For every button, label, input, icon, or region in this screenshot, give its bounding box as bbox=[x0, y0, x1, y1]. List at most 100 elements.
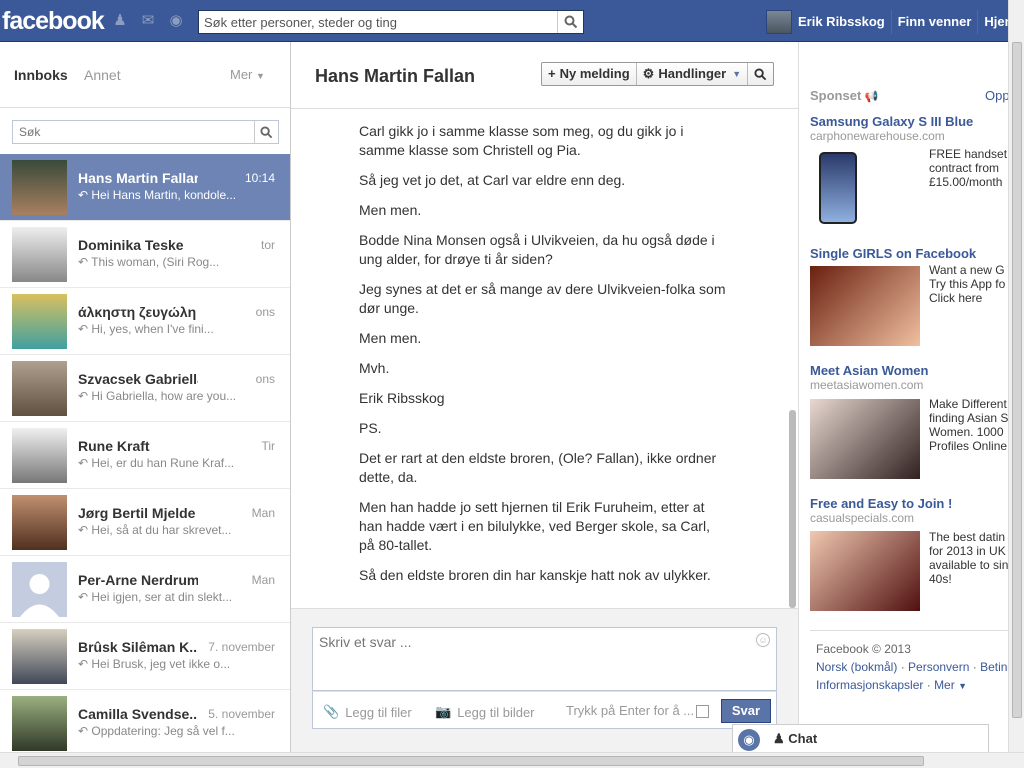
thread-time: 10:14 bbox=[244, 171, 275, 185]
search-input[interactable] bbox=[199, 11, 557, 33]
thread-item[interactable]: Szvacsek Gabriella ons ↶ Hi Gabriella, h… bbox=[0, 355, 290, 422]
more-label: Mer bbox=[230, 67, 253, 82]
conversation-search-button[interactable] bbox=[747, 63, 773, 85]
inbox-search bbox=[12, 120, 279, 144]
actions-label: Handlinger bbox=[658, 66, 727, 81]
thread-name: Jørg Bertil Mjelde bbox=[78, 505, 196, 521]
chat-bar[interactable]: ◉ ♟ Chat bbox=[732, 724, 989, 752]
ad-item[interactable]: Samsung Galaxy S III Blue carphonewareho… bbox=[810, 114, 1008, 224]
thread-item[interactable]: Dominika Teske tor ↶ This woman, (Siri R… bbox=[0, 221, 290, 288]
terms-link[interactable]: Betingelser bbox=[980, 660, 1008, 674]
chat-text: Chat bbox=[788, 731, 818, 746]
messages-icon[interactable]: ✉ bbox=[138, 12, 158, 30]
ad-item[interactable]: Meet Asian Women meetasiawomen.com Make … bbox=[810, 363, 1008, 483]
snippet-text: Hei, så at du har skrevet... bbox=[91, 523, 232, 537]
ad-domain: meetasiawomen.com bbox=[810, 378, 924, 392]
search-button[interactable] bbox=[557, 11, 583, 33]
add-files-button[interactable]: 📎 Legg til filer bbox=[323, 704, 412, 720]
sponsored-label: Sponset bbox=[810, 88, 862, 103]
ad-domain: carphonewarehouse.com bbox=[810, 129, 945, 143]
new-message-button[interactable]: + Ny melding bbox=[542, 63, 636, 85]
ad-title: Meet Asian Women bbox=[810, 363, 929, 378]
snippet-text: Oppdatering: Jeg så vel f... bbox=[91, 724, 235, 738]
notifications-globe-icon[interactable]: ◉ bbox=[166, 12, 186, 30]
thread-snippet: ↶ Hei Hans Martin, kondole... bbox=[78, 188, 237, 202]
message-text: Jeg synes at det er så mange av dere Ulv… bbox=[359, 281, 726, 316]
thread-time: ons bbox=[255, 305, 275, 319]
top-bar: facebook ♟ ✉ ◉ Erik Ribsskog Finn venner… bbox=[0, 0, 1024, 42]
add-photos-label: Legg til bilder bbox=[457, 704, 535, 720]
thread-item[interactable]: Brûsk Silêman K... 7. november ↶ Hei Bru… bbox=[0, 623, 290, 690]
facebook-logo[interactable]: facebook bbox=[2, 7, 105, 36]
vertical-scrollbar[interactable] bbox=[1008, 0, 1024, 752]
thread-name: Szvacsek Gabriella bbox=[78, 371, 198, 387]
enter-to-send-checkbox[interactable] bbox=[696, 705, 709, 718]
search-icon bbox=[260, 125, 273, 138]
other-tab[interactable]: Annet bbox=[84, 67, 121, 83]
camera-icon: 📷 bbox=[435, 704, 452, 719]
message-text: Erik Ribsskog bbox=[359, 390, 445, 406]
language-link[interactable]: Norsk (bokmål) bbox=[816, 660, 897, 674]
scrollbar-thumb[interactable] bbox=[1012, 42, 1022, 718]
inbox-search-input[interactable] bbox=[13, 121, 255, 143]
message-scrollbar[interactable] bbox=[789, 410, 796, 608]
ad-text-line: Click here bbox=[929, 291, 983, 305]
ad-text: Make Different finding Asian S Women. 10… bbox=[929, 397, 1008, 453]
find-friends-link[interactable]: Finn venner bbox=[890, 10, 978, 34]
ad-text-line: for 2013 in UK bbox=[929, 544, 1006, 558]
emoticon-icon[interactable]: ☺ bbox=[756, 633, 770, 647]
message-list: Carl gikk jo i samme klasse som meg, og … bbox=[291, 110, 798, 608]
ad-text-line: finding Asian S bbox=[929, 411, 1008, 425]
globe-icon[interactable]: ◉ bbox=[738, 729, 760, 751]
avatar bbox=[12, 160, 67, 215]
message-text: Mvh. bbox=[359, 360, 390, 376]
thread-item[interactable]: άλκηστη ζευγώλη ons ↶ Hi, yes, when I've… bbox=[0, 288, 290, 355]
thread-time: Tir bbox=[261, 439, 275, 453]
thread-item[interactable]: Jørg Bertil Mjelde Man ↶ Hei, så at du h… bbox=[0, 489, 290, 556]
global-search bbox=[198, 10, 584, 34]
thread-snippet: ↶ Hi, yes, when I've fini... bbox=[78, 322, 214, 336]
reply-textarea[interactable] bbox=[312, 627, 777, 691]
thread-snippet: ↶ Hei Brusk, jeg vet ikke o... bbox=[78, 657, 231, 671]
ads-column: Sponset 📢 Opprett Samsung Galaxy S III B… bbox=[798, 42, 1008, 752]
message-text: Så jeg vet jo det, at Carl var eldre enn… bbox=[359, 172, 626, 188]
ad-domain: casualspecials.com bbox=[810, 511, 915, 525]
conversation-actions: + Ny melding ⚙ Handlinger ▼ bbox=[541, 62, 775, 86]
ad-item[interactable]: Free and Easy to Join ! casualspecials.c… bbox=[810, 496, 1008, 616]
snippet-text: This woman, (Siri Rog... bbox=[91, 255, 220, 269]
conversation-header: Hans Martin Fallan + Ny melding ⚙ Handling… bbox=[291, 42, 798, 109]
thread-time: 7. november bbox=[208, 640, 275, 654]
inbox-tab[interactable]: Innboks bbox=[14, 67, 68, 83]
ad-item[interactable]: Single GIRLS on Facebook Want a new G Tr… bbox=[810, 246, 1008, 346]
more-dropdown[interactable]: Mer ▼ bbox=[230, 67, 265, 82]
thread-name: Dominika Teske bbox=[78, 237, 184, 253]
actions-button[interactable]: ⚙ Handlinger ▼ bbox=[635, 63, 747, 85]
inbox-search-button[interactable] bbox=[254, 121, 278, 143]
friend-requests-icon[interactable]: ♟ bbox=[110, 12, 130, 30]
send-button[interactable]: Svar bbox=[721, 699, 771, 723]
ad-text-line: Women. 1000 bbox=[929, 425, 1004, 439]
search-icon bbox=[564, 15, 577, 29]
thread-time: Man bbox=[251, 573, 275, 587]
create-ad-link[interactable]: Opprett bbox=[985, 88, 1008, 103]
ad-text-line: Want a new G bbox=[929, 263, 1005, 277]
thread-item[interactable]: Hans Martin Fallan 10:14 ↶ Hei Hans Mart… bbox=[0, 154, 290, 221]
snippet-text: Hei Hans Martin, kondole... bbox=[91, 188, 237, 202]
thread-item[interactable]: Rune Kraft Tir ↶ Hei, er du han Rune Kra… bbox=[0, 422, 290, 489]
profile-link[interactable]: Erik Ribsskog bbox=[798, 10, 891, 34]
cookies-link[interactable]: Informasjonskapsler bbox=[816, 678, 923, 692]
avatar bbox=[12, 227, 67, 282]
footer-more-link[interactable]: Mer bbox=[934, 678, 955, 692]
thread-name: Camilla Svendse... bbox=[78, 706, 198, 722]
privacy-link[interactable]: Personvern bbox=[908, 660, 969, 674]
thread-item[interactable]: Per-Arne Nerdrum Man ↶ Hei igjen, ser at… bbox=[0, 556, 290, 623]
avatar bbox=[12, 294, 67, 349]
horizontal-scrollbar[interactable] bbox=[0, 752, 1024, 768]
avatar[interactable] bbox=[766, 10, 792, 34]
ad-image bbox=[819, 152, 857, 224]
thread-item[interactable]: Camilla Svendse... 5. november ↶ Oppdate… bbox=[0, 690, 290, 757]
add-photos-button[interactable]: 📷 Legg til bilder bbox=[435, 704, 535, 720]
scrollbar-thumb[interactable] bbox=[18, 756, 924, 766]
thread-name: άλκηστη ζευγώλη bbox=[78, 304, 197, 320]
chevron-down-icon: ▼ bbox=[732, 69, 742, 79]
